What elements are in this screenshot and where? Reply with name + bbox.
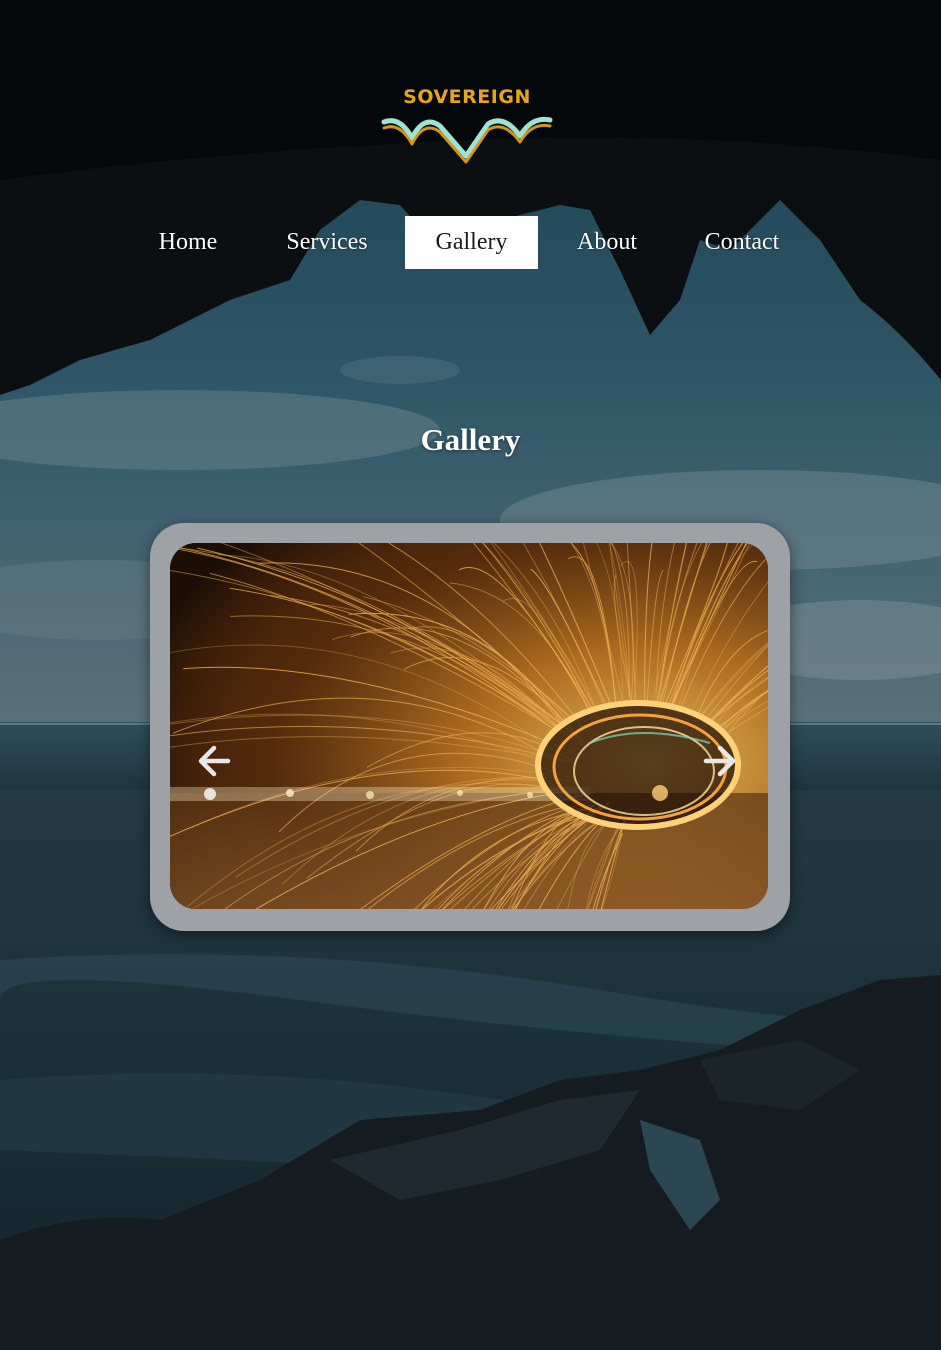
gallery-carousel xyxy=(150,523,790,931)
brand-name: SOVEREIGN xyxy=(403,86,531,108)
nav-item-gallery[interactable]: Gallery xyxy=(405,216,538,269)
arrow-right-icon xyxy=(703,745,736,777)
page: SOVEREIGN Home Services Gallery About Co… xyxy=(0,0,941,1350)
arrow-left-icon xyxy=(198,745,231,777)
brand-logo[interactable]: SOVEREIGN xyxy=(380,86,554,164)
light-painting-image xyxy=(170,543,768,909)
carousel-next-button[interactable] xyxy=(700,741,740,781)
nav-item-contact[interactable]: Contact xyxy=(690,216,794,269)
carousel-slide-image xyxy=(170,543,768,909)
brand-wave-icon xyxy=(381,116,553,164)
nav-item-about[interactable]: About xyxy=(562,216,652,269)
carousel-prev-button[interactable] xyxy=(194,741,234,781)
nav-item-services[interactable]: Services xyxy=(270,216,384,269)
page-title: Gallery xyxy=(420,422,521,457)
main-nav: Home Services Gallery About Contact xyxy=(0,216,941,269)
nav-item-home[interactable]: Home xyxy=(146,216,230,269)
